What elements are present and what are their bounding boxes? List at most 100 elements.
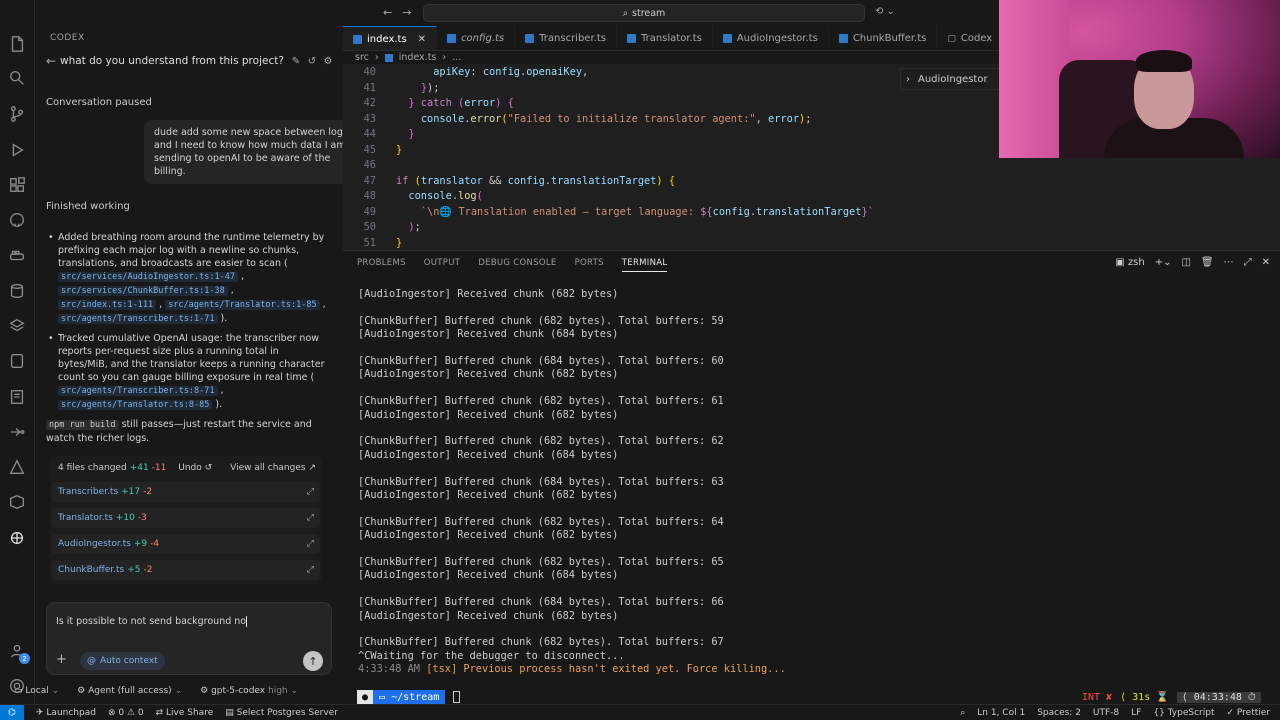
changed-file-row[interactable]: AudioIngestor.ts +9 -4 ⤢ (52, 534, 320, 554)
history-icon[interactable]: ↺ (304, 56, 320, 67)
added-count: +41 (129, 463, 149, 473)
file-ref-link[interactable]: src/agents/Translator.ts:8-85 (58, 400, 213, 410)
changed-file-row[interactable]: ChunkBuffer.ts +5 -2 ⤢ (52, 560, 320, 580)
problems-count[interactable]: ⊗ 0 ⚠ 0 (108, 708, 144, 718)
auto-context-button[interactable]: @ Auto context (80, 652, 165, 670)
view-all-changes-button[interactable]: View all changes ↗ (230, 463, 316, 473)
tab-codex[interactable]: ▢ Codex (937, 26, 1000, 50)
exit-status: INT ✘ (1082, 691, 1113, 703)
chevron-right-icon: › (374, 52, 379, 63)
changed-file-row[interactable]: Transcriber.ts +17 -2 ⤢ (52, 482, 320, 502)
triangle-icon[interactable] (7, 457, 27, 477)
database-icon: ▤ (225, 707, 234, 718)
bullet-text: Added breathing room around the runtime … (58, 232, 325, 269)
back-arrow-icon[interactable]: ← (46, 54, 60, 68)
tab-config-ts[interactable]: config.ts (437, 26, 516, 50)
close-icon[interactable]: ✕ (418, 34, 426, 45)
code-text: if (translator && config.translationTarg… (396, 174, 676, 187)
new-terminal-icon[interactable]: +⌄ (1155, 257, 1172, 268)
tab-transcriber-ts[interactable]: Transcriber.ts (515, 26, 617, 50)
command-center-search[interactable]: ⌕ stream (423, 4, 865, 22)
nav-arrows[interactable]: ←→ (383, 6, 421, 19)
typescript-icon (626, 34, 636, 43)
effort-label: high (268, 686, 288, 696)
model-selector[interactable]: ⚙ gpt-5-codex high ⌄ (200, 686, 298, 696)
run-debug-icon[interactable] (7, 140, 27, 160)
terminal-kill-line: 4:33:48 AM [tsx] Previous process hasn't… (358, 663, 786, 676)
gear-icon[interactable]: ⚙ (320, 56, 336, 67)
tab-label: config.ts (461, 33, 505, 44)
send-button[interactable]: ↑ (303, 651, 323, 671)
live-share-item[interactable]: ⇄ Live Share (156, 708, 214, 718)
finished-label: Finished working (46, 201, 130, 212)
search-icon[interactable] (7, 68, 27, 88)
encoding[interactable]: UTF-8 (1093, 708, 1119, 718)
breadcrumb-file[interactable]: index.ts (399, 52, 437, 63)
file-ref-link[interactable]: src/agents/Translator.ts:1-85 (165, 300, 320, 310)
tab-terminal[interactable]: TERMINAL (621, 258, 668, 272)
changed-file-row[interactable]: Translator.ts +10 -3 ⤢ (52, 508, 320, 528)
split-terminal-icon[interactable]: ◫ (1181, 257, 1190, 268)
tab-audioingestor-ts[interactable]: AudioIngestor.ts (713, 26, 829, 50)
language-mode[interactable]: {} TypeScript (1153, 708, 1214, 718)
tab-index-ts[interactable]: index.ts ✕ (343, 26, 438, 50)
expand-icon[interactable]: ⤢ (307, 513, 314, 523)
more-icon[interactable]: ⋯ (1224, 257, 1234, 268)
expand-icon[interactable]: ⤢ (307, 487, 314, 497)
indentation[interactable]: Spaces: 2 (1037, 708, 1081, 718)
tab-chunkbuffer-ts[interactable]: ChunkBuffer.ts (829, 26, 938, 50)
file-ref-link[interactable]: src/agents/Transcriber.ts:8-71 (58, 386, 218, 396)
remote-icon[interactable] (7, 422, 27, 442)
maximize-panel-icon[interactable]: ⤢ (1244, 257, 1252, 268)
remote-indicator-icon[interactable]: ⌬ (0, 704, 24, 720)
docker-icon[interactable] (7, 245, 27, 265)
file-ref-link[interactable]: src/services/AudioIngestor.ts:1-47 (58, 272, 238, 282)
tab-output[interactable]: OUTPUT (424, 258, 460, 272)
expand-icon[interactable]: ⤢ (307, 565, 314, 575)
edit-icon[interactable]: ✎ (288, 56, 304, 67)
zoom-icon[interactable]: ⌕ (960, 708, 965, 718)
apple-icon[interactable] (7, 351, 27, 371)
tab-debug-console[interactable]: DEBUG CONSOLE (478, 258, 556, 272)
box-icon[interactable] (7, 492, 27, 512)
extensions-icon[interactable] (7, 175, 27, 195)
expand-icon[interactable]: ⤢ (307, 539, 314, 549)
account-icon[interactable]: 2 (7, 641, 30, 664)
tab-ports[interactable]: PORTS (575, 258, 604, 272)
close-panel-icon[interactable]: ✕ (1262, 257, 1270, 268)
layers-icon[interactable] (7, 316, 27, 336)
add-icon[interactable]: + (56, 652, 67, 667)
github-icon[interactable] (7, 210, 27, 230)
breadcrumb-folder[interactable]: src (355, 52, 369, 63)
outline-label: AudioIngestor (918, 73, 988, 85)
openai-icon[interactable] (7, 528, 27, 548)
undo-button[interactable]: Undo ↺ (178, 463, 212, 473)
file-ref-link[interactable]: src/index.ts:1-111 (58, 300, 157, 310)
file-name: Translator.ts (58, 513, 113, 523)
trash-icon[interactable]: 🗑 (1201, 257, 1214, 268)
activity-bar: 2 (0, 0, 35, 704)
source-control-icon[interactable] (7, 104, 27, 124)
cursor-position[interactable]: Ln 1, Col 1 (977, 708, 1025, 718)
notebook-icon[interactable] (7, 387, 27, 407)
database-icon[interactable] (7, 281, 27, 301)
launchpad-item[interactable]: ✈ Launchpad (36, 708, 96, 718)
mode-selector[interactable]: ▭ Local ⌄ (14, 686, 59, 696)
agent-selector[interactable]: ⚙ Agent (full access) ⌄ (77, 686, 182, 696)
tab-translator-ts[interactable]: Translator.ts (617, 26, 713, 50)
sticky-outline[interactable]: › AudioIngestor (900, 68, 1000, 90)
file-ref-link[interactable]: src/agents/Transcriber.ts:1-71 (58, 314, 218, 324)
tab-problems[interactable]: PROBLEMS (357, 258, 406, 272)
prettier-status[interactable]: ✓ Prettier (1226, 708, 1270, 718)
kill-tag: [tsx] (426, 663, 458, 676)
terminal-shell-selector[interactable]: ▣ zsh (1115, 257, 1144, 268)
files-icon[interactable] (7, 34, 27, 54)
prompt-text: Is it possible to not send background no (56, 616, 247, 627)
prompt-input-text[interactable]: Is it possible to not send background no (56, 616, 248, 627)
end-of-line[interactable]: LF (1131, 708, 1141, 718)
postgres-item[interactable]: ▤ Select Postgres Server (225, 708, 338, 718)
prompt-input[interactable]: Is it possible to not send background no… (46, 602, 332, 675)
copilot-icon[interactable]: ⟲ ⌄ (875, 6, 895, 17)
breadcrumb-more[interactable]: ... (452, 52, 461, 63)
file-ref-link[interactable]: src/services/ChunkBuffer.ts:1-38 (58, 286, 228, 296)
